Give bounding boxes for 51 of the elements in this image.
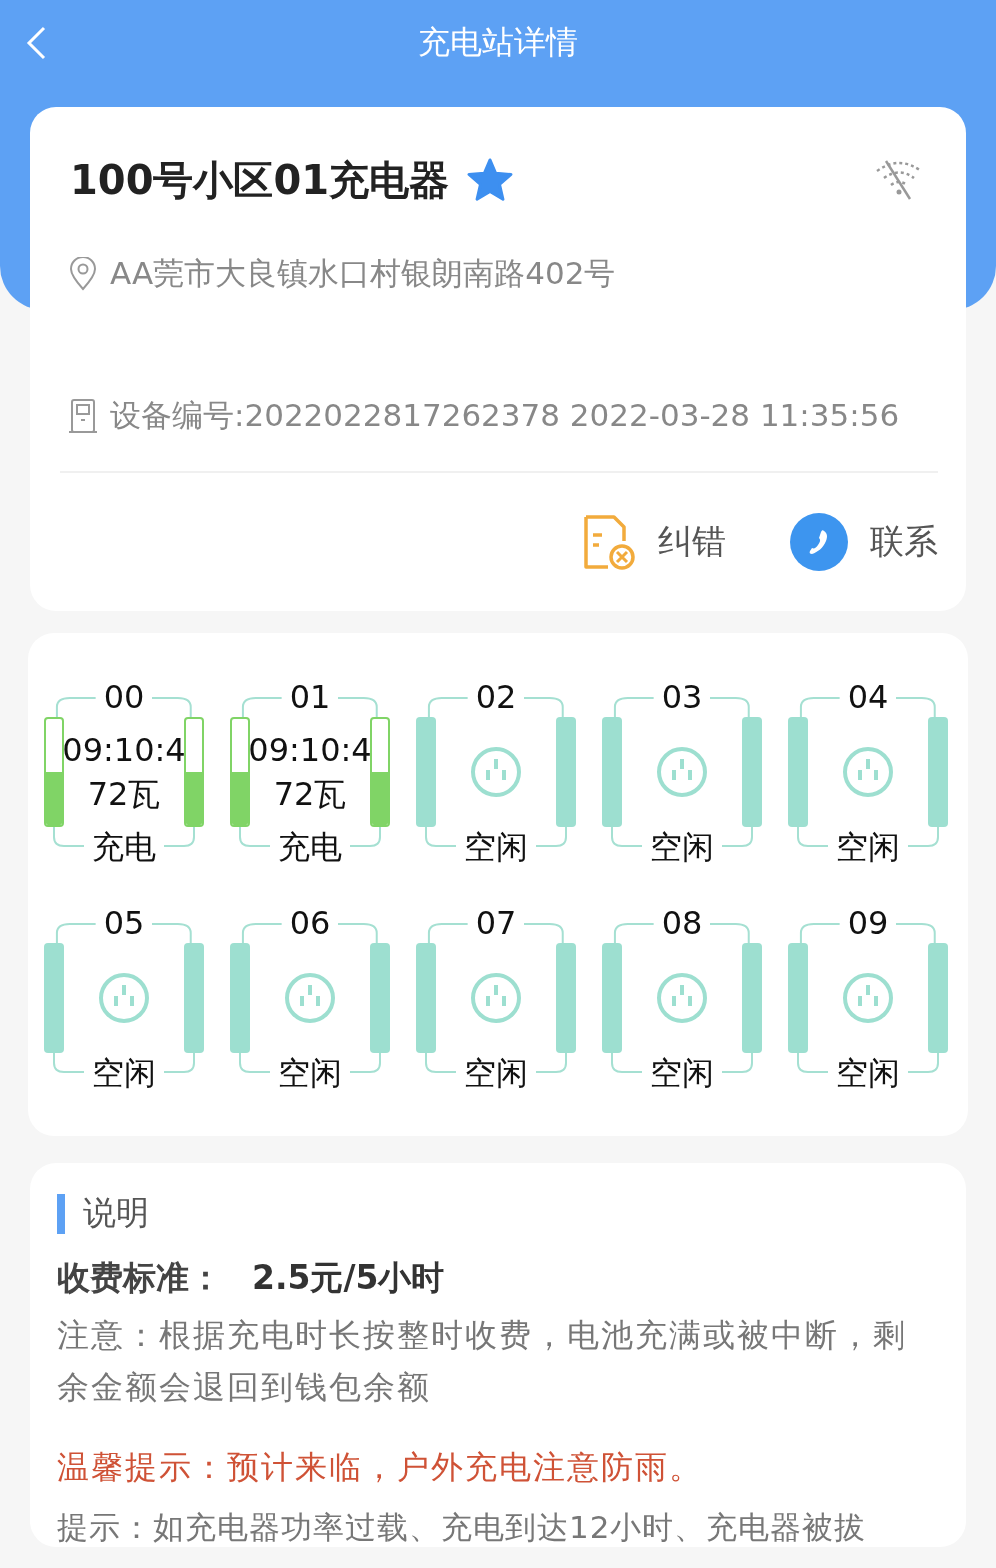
port-number: 05 (102, 903, 146, 943)
socket-icon (98, 972, 150, 1024)
port-status: 充电 (277, 827, 343, 867)
socket-icon (656, 746, 708, 798)
contact-button[interactable]: 联系 (790, 513, 938, 571)
socket-icon (284, 972, 336, 1024)
back-icon[interactable] (24, 25, 48, 61)
socket-icon (470, 746, 522, 798)
port-number: 01 (288, 677, 332, 717)
port-number: 08 (660, 903, 704, 943)
device-icon (68, 398, 98, 434)
port-status: 充电 (91, 827, 157, 867)
port-status: 空闲 (91, 1053, 157, 1093)
port-status: 空闲 (277, 1053, 343, 1093)
port-status: 空闲 (463, 827, 529, 867)
device-info: 设备编号:2022022817262378 2022-03-28 11:35:56 (110, 396, 900, 435)
port-status: 空闲 (835, 827, 901, 867)
fee-note: 注意：根据充电时长按整时收费，电池充满或被中断，剩余金额会退回到钱包余额 (57, 1315, 908, 1408)
port-number: 07 (474, 903, 518, 943)
socket-icon (656, 972, 708, 1024)
port-number: 09 (846, 903, 890, 943)
phone-icon (790, 513, 848, 571)
socket-icon (470, 972, 522, 1024)
port-number: 00 (102, 677, 146, 717)
report-error-button[interactable]: 纠错 (582, 513, 726, 571)
port-number: 03 (660, 677, 704, 717)
port-status: 空闲 (835, 1053, 901, 1093)
port-number: 04 (846, 677, 890, 717)
location-pin-icon (68, 257, 98, 291)
charge-time: 09:10:4 (62, 730, 186, 771)
usage-tip: 提示：如充电器功率过载、充电到达12小时、充电器被拔 (57, 1508, 868, 1547)
charge-power: 72瓦 (87, 774, 161, 815)
socket-icon (842, 746, 894, 798)
fee-value: 2.5元/5小时 (252, 1257, 445, 1299)
port-number: 06 (288, 903, 332, 943)
fee-label: 收费标准： (57, 1257, 222, 1299)
document-error-icon (582, 513, 636, 571)
station-name: 100号小区01充电器 (70, 155, 450, 205)
weather-warning: 温馨提示：预计来临，户外充电注意防雨。 (57, 1447, 704, 1488)
station-address: AA莞市大良镇水口村银朗南路402号 (110, 254, 616, 293)
port-status: 空闲 (463, 1053, 529, 1093)
page-title: 充电站详情 (418, 22, 578, 63)
port-status: 空闲 (649, 1053, 715, 1093)
port-status: 空闲 (649, 827, 715, 867)
section-title: 说明 (83, 1192, 149, 1234)
section-accent (57, 1193, 65, 1234)
socket-icon (842, 972, 894, 1024)
charge-time: 09:10:4 (248, 730, 372, 771)
star-icon[interactable] (467, 158, 514, 202)
port-number: 02 (474, 677, 518, 717)
charge-power: 72瓦 (273, 774, 347, 815)
